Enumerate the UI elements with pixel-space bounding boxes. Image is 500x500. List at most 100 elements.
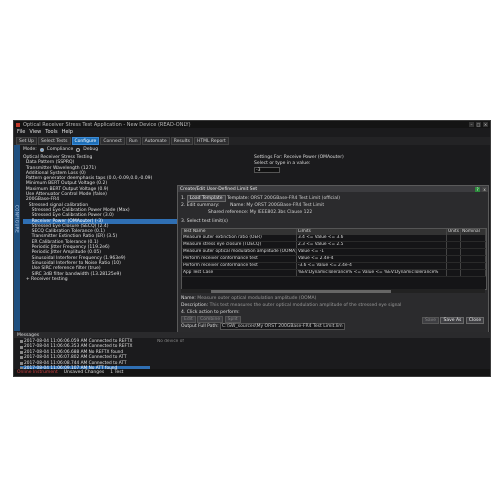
side-label: CONFIGURE [14, 205, 20, 234]
shared-field[interactable]: My IEEE802.3bs Clause 122 [250, 210, 312, 215]
tab-select-tests[interactable]: Select Tests [37, 137, 71, 145]
table-cell [447, 263, 461, 269]
table-row[interactable]: Measure stress eye closure (TDECQ) 2.3 <=… [182, 242, 486, 249]
save-button[interactable]: Save [422, 317, 440, 324]
edit-button[interactable]: Edit [181, 316, 196, 323]
tab-configure[interactable]: Configure [71, 137, 100, 145]
table-cell: Value <= 2.4e-4 [297, 256, 447, 262]
message-bullet-icon [20, 351, 23, 355]
menu-help[interactable]: Help [62, 129, 73, 136]
debug-radio[interactable] [76, 147, 81, 152]
table-cell: App Test Case [182, 270, 297, 276]
selected-name-row: Name: Measure outer optical modulation a… [181, 296, 316, 301]
table-cell [461, 270, 486, 276]
table-row[interactable]: Perform receiver conformance test -3.6 <=… [182, 263, 486, 270]
table-scrollbar[interactable] [181, 289, 485, 293]
table-cell [447, 249, 461, 255]
table-cell: 3.4 <= Value <= 3.6 [297, 235, 447, 241]
save-buttons: Save Save As Close [422, 317, 485, 324]
step1-label: 1. [181, 196, 186, 201]
menu-tools[interactable]: Tools [45, 129, 57, 136]
selected-name-label: Name: [181, 296, 196, 301]
status-bar: Online Instrument Unsaved Changes 1 Test [14, 369, 490, 376]
messages-header: Messages [14, 332, 490, 338]
menu-bar: File View Tools Help [14, 129, 490, 136]
close-icon[interactable]: × [483, 122, 488, 127]
tab-connect[interactable]: Connect [100, 137, 125, 145]
table-cell: Perform receiver conformance test [182, 256, 297, 262]
messages-title: Messages [17, 333, 40, 338]
table-cell: Value <= -1 [297, 249, 447, 255]
minimize-icon[interactable]: – [469, 122, 474, 127]
app-icon [16, 122, 20, 127]
settings-pane: Settings For: Receive Power (OMAouter) S… [254, 155, 484, 173]
maximize-icon[interactable]: □ [476, 122, 481, 127]
output-path-field[interactable]: C:\SW_sources\My ORST 200GBase-FR4 Test … [220, 323, 345, 330]
tab-set-up[interactable]: Set Up [16, 137, 37, 145]
split-button[interactable]: Split [224, 316, 241, 323]
table-row[interactable]: Measure outer optical modulation amplitu… [182, 249, 486, 256]
description-row: Description: This test measures the oute… [181, 303, 401, 308]
table-row[interactable]: Measure outer extinction ratio (OER) 3.4 … [182, 235, 486, 242]
description-value[interactable]: This test measures the outer optical mod… [210, 303, 402, 308]
messages-list: 2017-08-04 11:06:06.059 AM Connected to … [20, 339, 150, 372]
dialog-close-icon[interactable]: x [482, 186, 487, 192]
table-cell [447, 235, 461, 241]
save-as-button[interactable]: Save As [440, 317, 465, 324]
status-tests: 1 Test [110, 370, 124, 375]
help-icon[interactable]: ? [475, 186, 480, 192]
table-row[interactable]: Perform receiver conformance test Value <… [182, 256, 486, 263]
status-instrument: Online Instrument [17, 370, 58, 375]
scroll-thumb[interactable] [211, 289, 391, 293]
step1-row: 1. Load Template Template: ORST 200GBase… [181, 195, 340, 202]
table-cell [461, 249, 486, 255]
menu-view[interactable]: View [29, 129, 41, 136]
limits-table: Test Name Limits Units Nominal Measure o… [181, 228, 487, 290]
message-bullet-icon [20, 345, 23, 349]
limit-set-dialog: Create/Edit User-Defined Limit Set ? x 1… [177, 185, 489, 337]
shared-label: Shared reference: [208, 210, 249, 215]
selected-name-value[interactable]: Measure outer optical modulation amplitu… [197, 296, 316, 301]
main-tabs: Set Up Select Tests Configure Connect Ru… [14, 137, 490, 145]
shared-row: Shared reference: My IEEE802.3bs Clause … [208, 210, 312, 215]
table-cell: Perform receiver conformance test [182, 263, 297, 269]
tree-item[interactable]: + Receiver testing [23, 277, 193, 282]
table-row[interactable]: App Test Case %EV:DynamicTolerance% <= Va… [182, 270, 486, 277]
side-strip: CONFIGURE [14, 145, 20, 331]
table-cell: Measure stress eye closure (TDECQ) [182, 242, 297, 248]
compliance-radio[interactable] [39, 147, 44, 152]
menu-file[interactable]: File [17, 129, 25, 136]
description-label: Description: [181, 303, 209, 308]
template-label: Template: [226, 196, 249, 201]
message-detail: No device of [157, 339, 184, 344]
table-cell [461, 235, 486, 241]
combine-button[interactable]: Combine [197, 316, 224, 323]
debug-label: Debug [83, 147, 99, 152]
table-cell: Measure outer extinction ratio (OER) [182, 235, 297, 241]
settings-value-select[interactable]: -3 [254, 167, 280, 173]
title-bar: Optical Receiver Stress Test Application… [14, 121, 490, 128]
mode-label: Mode: [23, 147, 37, 152]
close-button[interactable]: Close [465, 317, 485, 324]
tab-automate[interactable]: Automate [141, 137, 170, 145]
tab-results[interactable]: Results [170, 137, 193, 145]
name-label: Name: [230, 203, 245, 208]
action-buttons: Edit Combine Split [181, 316, 241, 323]
dialog-title-bar: Create/Edit User-Defined Limit Set ? x [178, 186, 488, 192]
message-bullet-icon [20, 356, 23, 360]
tab-run[interactable]: Run [125, 137, 141, 145]
message-bullet-icon [20, 361, 23, 365]
name-field[interactable]: My ORST 200GBase-FR4 Test Limit [246, 203, 324, 208]
step4-label: 4. Click action to perform: [181, 310, 240, 315]
output-row: Output Full Path: C:\SW_sources\My ORST … [181, 323, 345, 330]
tab-html-report[interactable]: HTML Report [193, 137, 229, 145]
dialog-title: Create/Edit User-Defined Limit Set [180, 186, 258, 192]
config-tree: Optical Receiver Stress Testing Data Pat… [23, 155, 193, 282]
table-cell [461, 263, 486, 269]
table-cell [447, 256, 461, 262]
table-cell: %EV:DynamicTolerance% <= Value <= %EV:Dy… [297, 270, 447, 276]
load-template-button[interactable]: Load Template [186, 195, 226, 202]
settings-prompt: Select or type in a value: [254, 161, 311, 166]
step2-row: 2. Edit summary: Name: My ORST 200GBase-… [181, 203, 324, 208]
table-cell: Measure outer optical modulation amplitu… [183, 249, 297, 255]
